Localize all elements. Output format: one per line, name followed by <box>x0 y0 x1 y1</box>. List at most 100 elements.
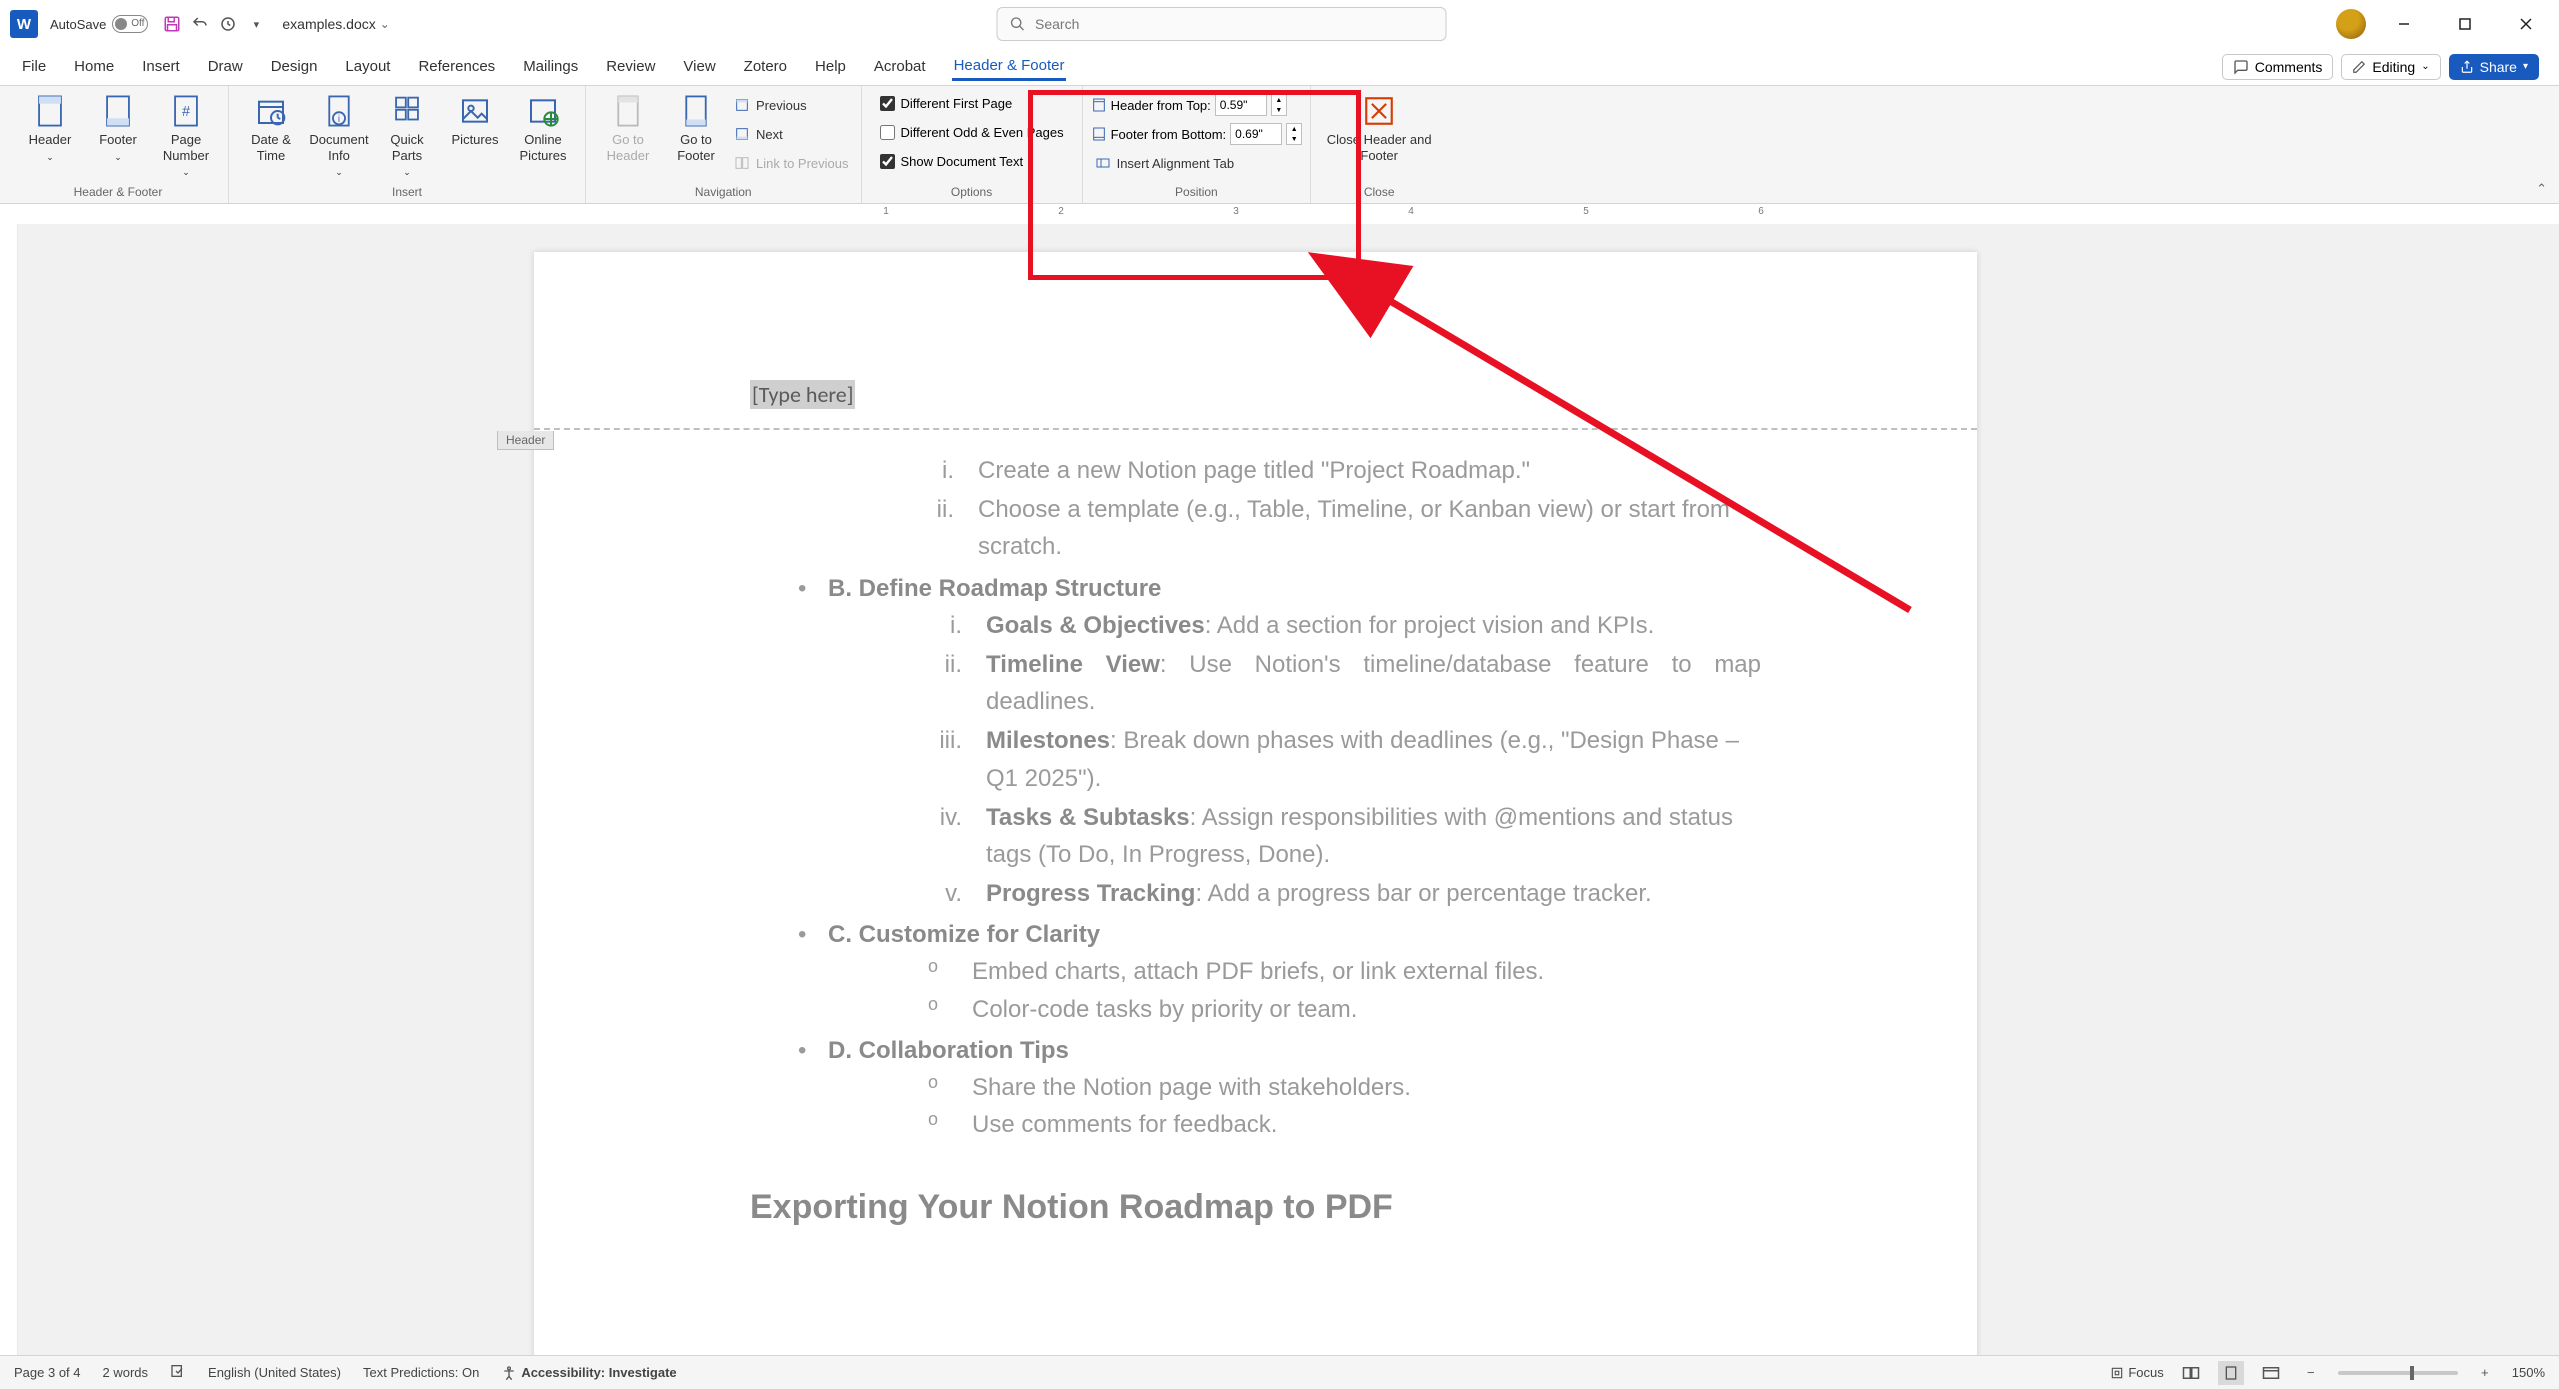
group-label: Position <box>1175 185 1218 201</box>
share-icon <box>2460 60 2474 74</box>
footer-gallery-button[interactable]: Footer⌄ <box>84 90 152 162</box>
group-label: Insert <box>392 185 422 201</box>
language-indicator[interactable]: English (United States) <box>208 1365 341 1380</box>
header-top-icon <box>1091 97 1107 113</box>
ribbon-group-position: Header from Top: ▲▼ Footer from Bottom: … <box>1083 86 1312 203</box>
goto-header-button: Go to Header <box>594 90 662 163</box>
focus-mode-button[interactable]: Focus <box>2110 1365 2163 1380</box>
menu-acrobat[interactable]: Acrobat <box>872 54 928 79</box>
show-document-text-checkbox[interactable]: Show Document Text <box>876 148 1068 174</box>
share-button[interactable]: Share▾ <box>2449 54 2539 80</box>
maximize-button[interactable] <box>2442 9 2488 39</box>
group-label: Options <box>951 185 992 201</box>
redo-button[interactable] <box>214 10 242 38</box>
ribbon-group-insert: Date & Time iDocument Info⌄ Quick Parts⌄… <box>229 86 586 203</box>
pictures-button[interactable]: Pictures <box>441 90 509 148</box>
menu-mailings[interactable]: Mailings <box>521 54 580 79</box>
accessibility-indicator[interactable]: Accessibility: Investigate <box>501 1365 676 1381</box>
editing-mode-button[interactable]: Editing⌄ <box>2341 54 2440 80</box>
ribbon-group-options: Different First Page Different Odd & Eve… <box>862 86 1083 203</box>
user-avatar[interactable] <box>2336 9 2366 39</box>
menu-layout[interactable]: Layout <box>343 54 392 79</box>
group-label: Navigation <box>695 185 752 201</box>
titlebar: W AutoSave Off ▾ examples.docx ⌄ Search <box>0 0 2559 48</box>
group-label: Close <box>1364 185 1395 201</box>
print-layout-button[interactable] <box>2218 1361 2244 1385</box>
autosave-label: AutoSave <box>50 17 106 32</box>
pencil-icon <box>2352 60 2366 74</box>
quick-parts-button[interactable]: Quick Parts⌄ <box>373 90 441 178</box>
collapse-ribbon-button[interactable]: ⌃ <box>2536 181 2547 197</box>
web-layout-button[interactable] <box>2258 1361 2284 1385</box>
zoom-in-button[interactable]: + <box>2472 1361 2498 1385</box>
ribbon: Header⌄ Footer⌄ #Page Number⌄ Header & F… <box>0 86 2559 204</box>
menu-draw[interactable]: Draw <box>206 54 245 79</box>
date-time-button[interactable]: Date & Time <box>237 90 305 163</box>
filename-label[interactable]: examples.docx ⌄ <box>282 16 389 32</box>
header-gallery-button[interactable]: Header⌄ <box>16 90 84 162</box>
page-number-button[interactable]: #Page Number⌄ <box>152 90 220 178</box>
header-tab-label: Header <box>497 431 554 450</box>
document-info-button[interactable]: iDocument Info⌄ <box>305 90 373 178</box>
menu-view[interactable]: View <box>681 54 717 79</box>
zoom-level[interactable]: 150% <box>2512 1365 2545 1380</box>
page-indicator[interactable]: Page 3 of 4 <box>14 1365 81 1380</box>
svg-text:#: # <box>182 104 191 120</box>
read-mode-button[interactable] <box>2178 1361 2204 1385</box>
close-window-button[interactable] <box>2503 9 2549 39</box>
menu-header-footer[interactable]: Header & Footer <box>952 53 1067 81</box>
word-app-icon: W <box>10 10 38 38</box>
page: [Type here] Header i.Create a new Notion… <box>534 252 1977 1355</box>
document-canvas: [Type here] Header i.Create a new Notion… <box>0 224 2559 1355</box>
previous-section-button[interactable]: Previous <box>730 92 853 118</box>
ribbon-group-header-footer: Header⌄ Footer⌄ #Page Number⌄ Header & F… <box>8 86 229 203</box>
save-button[interactable] <box>158 10 186 38</box>
menu-file[interactable]: File <box>20 54 48 79</box>
svg-text:i: i <box>338 114 340 125</box>
header-edit-area[interactable]: [Type here] Header <box>534 252 1977 430</box>
menu-help[interactable]: Help <box>813 54 848 79</box>
horizontal-ruler[interactable]: 1 2 3 4 5 6 <box>0 204 2559 224</box>
header-placeholder[interactable]: [Type here] <box>750 380 855 409</box>
close-header-footer-button[interactable]: Close Header and Footer <box>1319 90 1439 163</box>
goto-footer-button[interactable]: Go to Footer <box>662 90 730 163</box>
minimize-button[interactable] <box>2381 9 2427 39</box>
toggle-icon[interactable]: Off <box>112 15 148 33</box>
qat-more-button[interactable]: ▾ <box>242 10 270 38</box>
menu-home[interactable]: Home <box>72 54 116 79</box>
different-odd-even-checkbox[interactable]: Different Odd & Even Pages <box>876 119 1068 145</box>
export-heading: Exporting Your Notion Roadmap to PDF <box>750 1181 1761 1234</box>
menu-review[interactable]: Review <box>604 54 657 79</box>
autosave-toggle[interactable]: AutoSave Off <box>50 15 148 33</box>
ribbon-group-close: Close Header and Footer Close <box>1311 86 1447 203</box>
menu-zotero[interactable]: Zotero <box>742 54 789 79</box>
footer-from-bottom-spinner[interactable]: Footer from Bottom: ▲▼ <box>1091 121 1303 147</box>
group-label: Header & Footer <box>74 185 163 201</box>
document-body[interactable]: i.Create a new Notion page titled "Proje… <box>534 430 1977 1234</box>
link-to-previous-button: Link to Previous <box>730 150 853 176</box>
insert-alignment-tab-button[interactable]: Insert Alignment Tab <box>1091 150 1303 176</box>
menu-insert[interactable]: Insert <box>140 54 182 79</box>
vertical-ruler[interactable] <box>0 224 18 1355</box>
footer-bottom-icon <box>1091 126 1107 142</box>
search-input[interactable]: Search <box>996 7 1446 41</box>
comment-icon <box>2233 59 2249 75</box>
word-count[interactable]: 2 words <box>103 1365 149 1380</box>
menubar: File Home Insert Draw Design Layout Refe… <box>0 48 2559 86</box>
next-section-button[interactable]: Next <box>730 121 853 147</box>
header-from-top-spinner[interactable]: Header from Top: ▲▼ <box>1091 92 1303 118</box>
online-pictures-button[interactable]: Online Pictures <box>509 90 577 163</box>
text-predictions-indicator[interactable]: Text Predictions: On <box>363 1365 479 1380</box>
zoom-out-button[interactable]: − <box>2298 1361 2324 1385</box>
spellcheck-icon[interactable] <box>170 1363 186 1382</box>
ribbon-group-navigation: Go to Header Go to Footer Previous Next … <box>586 86 862 203</box>
zoom-slider[interactable] <box>2338 1371 2458 1375</box>
comments-button[interactable]: Comments <box>2222 54 2334 80</box>
search-icon <box>1009 16 1025 32</box>
statusbar: Page 3 of 4 2 words English (United Stat… <box>0 1355 2559 1389</box>
menu-design[interactable]: Design <box>269 54 320 79</box>
different-first-page-checkbox[interactable]: Different First Page <box>876 90 1068 116</box>
chevron-down-icon: ⌄ <box>380 17 390 31</box>
menu-references[interactable]: References <box>416 54 497 79</box>
undo-button[interactable] <box>186 10 214 38</box>
